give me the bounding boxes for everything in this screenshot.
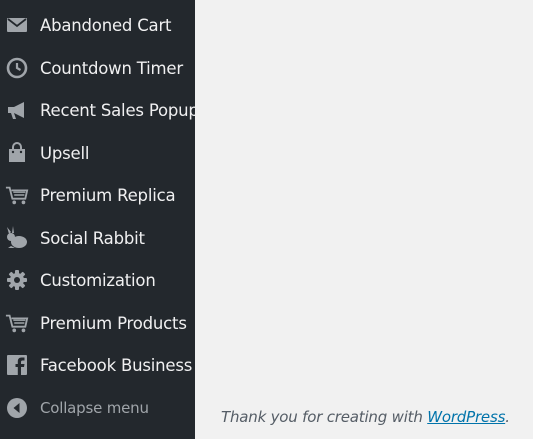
menu-label: Premium Products: [40, 313, 187, 333]
menu-item-customization[interactable]: Customization: [0, 263, 195, 297]
collapse-menu-label: Collapse menu: [40, 399, 149, 417]
menu-item-social-rabbit[interactable]: Social Rabbit: [0, 221, 195, 255]
menu-item-abandoned-cart[interactable]: Abandoned Cart: [0, 8, 195, 42]
rabbit-icon: [5, 226, 29, 250]
footer-prefix: Thank you for creating with: [221, 408, 428, 426]
cart-icon: [5, 183, 29, 207]
admin-sidebar: Abandoned Cart Countdown Timer Recent Sa…: [0, 0, 199, 439]
collapse-arrow-icon: [5, 396, 29, 420]
menu-item-countdown-timer[interactable]: Countdown Timer: [0, 51, 195, 85]
wordpress-link[interactable]: WordPress: [427, 408, 505, 426]
admin-footer-text: Thank you for creating with WordPress.: [221, 408, 510, 426]
menu-label: Social Rabbit: [40, 228, 145, 248]
menu-label: Recent Sales Popup: [40, 100, 199, 120]
menu-item-upsell[interactable]: Upsell: [0, 136, 195, 170]
clock-icon: [5, 56, 29, 80]
shopping-bag-icon: [5, 141, 29, 165]
menu-label: Facebook Business: [40, 355, 193, 375]
megaphone-icon: [5, 98, 29, 122]
menu-label: Countdown Timer: [40, 58, 183, 78]
menu-label: Upsell: [40, 143, 90, 163]
menu-label: Customization: [40, 270, 156, 290]
menu-label: Premium Replica: [40, 185, 176, 205]
envelope-icon: [5, 13, 29, 37]
facebook-icon: [5, 353, 29, 377]
collapse-menu-button[interactable]: Collapse menu: [0, 391, 195, 425]
menu-item-premium-products[interactable]: Premium Products: [0, 306, 195, 340]
menu-label: Abandoned Cart: [40, 15, 172, 35]
menu-item-recent-sales-popup[interactable]: Recent Sales Popup: [0, 93, 199, 127]
cart-icon: [5, 311, 29, 335]
gear-icon: [5, 268, 29, 292]
footer-suffix: .: [505, 408, 510, 426]
menu-item-premium-replica[interactable]: Premium Replica: [0, 178, 195, 212]
menu-item-facebook-business[interactable]: Facebook Business: [0, 348, 195, 382]
